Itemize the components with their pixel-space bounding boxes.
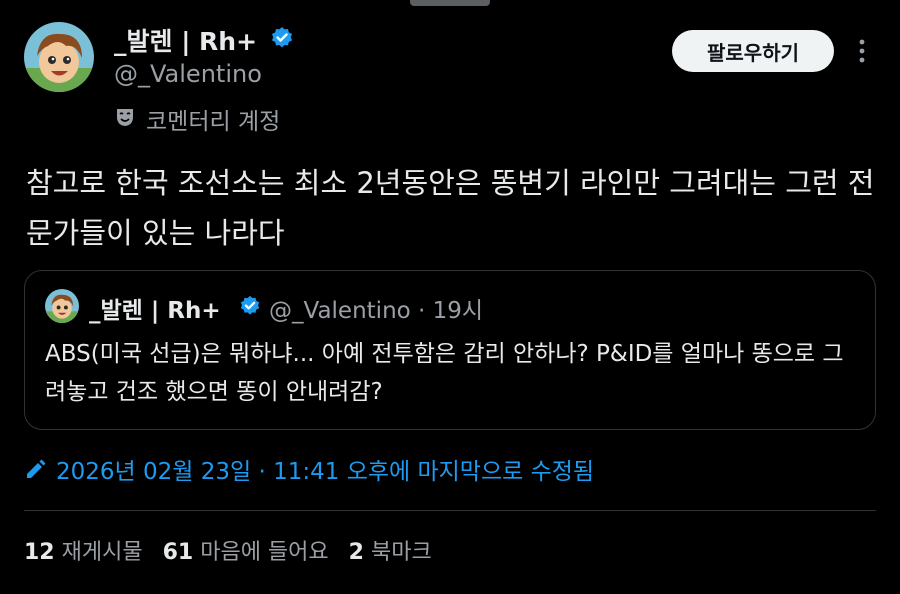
tweet-text: 참고로 한국 조선소는 최소 2년동안은 똥변기 라인만 그려대는 그런 전문가…	[26, 166, 875, 250]
pencil-icon	[27, 459, 46, 478]
quoted-author-name: _발렌 | Rh+	[89, 298, 221, 324]
reposts-stat[interactable]: 12 재게시물	[24, 540, 143, 565]
engagement-stats: 12 재게시물 61 마음에 들어요 2 북마크	[24, 534, 432, 566]
author-avatar[interactable]	[24, 22, 94, 92]
reposts-label: 재게시물	[61, 540, 143, 565]
sheet-drag-handle[interactable]	[410, 0, 490, 6]
more-vertical-icon[interactable]	[850, 36, 874, 66]
quoted-author-handle-time: @_Valentino · 19시	[269, 298, 484, 324]
likes-count: 61	[162, 540, 194, 565]
author-handle[interactable]: @_Valentino	[114, 60, 262, 88]
theater-mask-icon	[117, 109, 133, 126]
commentary-account-label: 코멘터리 계정	[146, 109, 281, 135]
bookmarks-label: 북마크	[370, 540, 432, 565]
verified-badge-icon	[240, 295, 260, 315]
bookmarks-stat[interactable]: 2 북마크	[349, 540, 432, 565]
likes-stat[interactable]: 61 마음에 들어요	[163, 540, 329, 565]
follow-button[interactable]: 팔로우하기	[672, 30, 834, 72]
reposts-count: 12	[24, 540, 55, 565]
verified-badge-icon	[272, 27, 292, 48]
quoted-tweet-text: ABS(미국 선급)은 뭐하냐... 아예 전투함은 감리 안하나? P&ID를…	[45, 341, 844, 405]
quoted-author-avatar	[45, 289, 79, 323]
author-display-name[interactable]: _발렌 | Rh+	[114, 22, 257, 58]
likes-label: 마음에 들어요	[200, 540, 329, 565]
edit-history-link[interactable]: 2026년 02월 23일 · 11:41 오후에 마지막으로 수정됨	[56, 452, 594, 486]
bookmarks-count: 2	[348, 540, 364, 565]
quoted-tweet-card[interactable]: _발렌 | Rh+ @_Valentino · 19시 ABS(미국 선급)은 …	[24, 270, 876, 430]
divider	[24, 510, 876, 511]
